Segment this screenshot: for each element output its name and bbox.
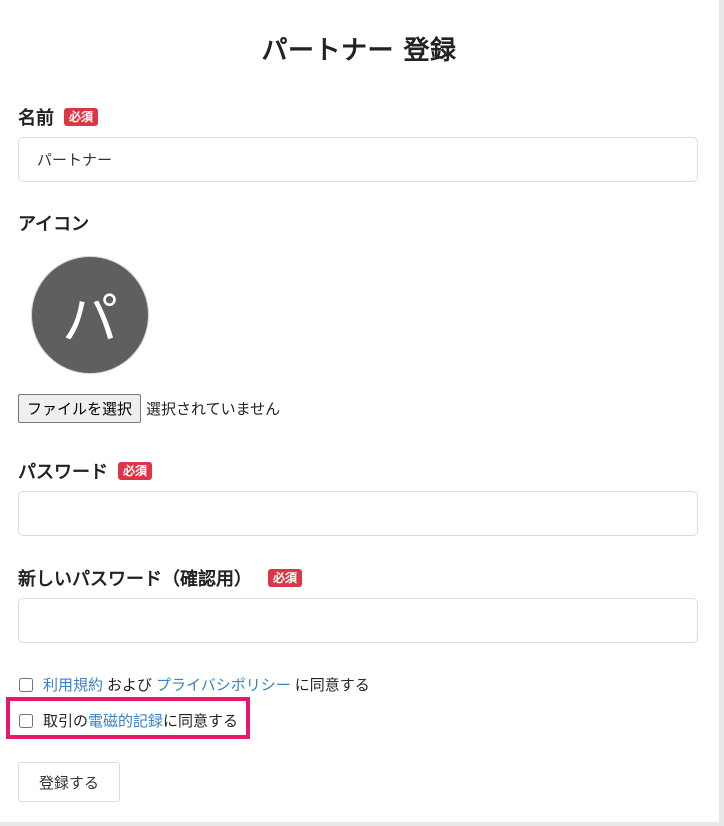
choose-file-button[interactable]: ファイルを選択 [18, 394, 142, 423]
file-upload: ファイルを選択 選択されていません [18, 394, 280, 423]
password-label-row: パスワード 必須 [18, 458, 153, 484]
terms-agree-text: に同意する [294, 676, 370, 694]
electronic-record-prefix: 取引の [43, 712, 89, 730]
required-badge: 必須 [118, 462, 153, 480]
terms-and-text: および [107, 676, 153, 694]
avatar: パ [32, 257, 148, 373]
icon-label-row: アイコン [18, 210, 89, 236]
password-confirm-label-row: 新しいパスワード（確認用） 必須 [18, 565, 303, 591]
electronic-record-row: 取引の 電磁的記録 に同意する [18, 710, 238, 731]
name-label: 名前 [18, 108, 54, 129]
window-edge-right [719, 0, 724, 826]
terms-agreement-row: 利用規約 および プライバシポリシー に同意する [18, 674, 374, 695]
name-label-row: 名前 必須 [18, 104, 99, 130]
password-confirm-label: 新しいパスワード（確認用） [18, 569, 252, 590]
icon-label: アイコン [18, 214, 90, 235]
terms-checkbox[interactable] [19, 677, 33, 692]
avatar-letter: パ [62, 287, 118, 353]
electronic-record-suffix: に同意する [163, 712, 239, 730]
required-badge: 必須 [64, 108, 99, 126]
register-button[interactable]: 登録する [18, 762, 120, 802]
password-input[interactable] [18, 491, 698, 536]
terms-link[interactable]: 利用規約 [43, 674, 103, 695]
page-title: パートナー 登録 [261, 36, 457, 66]
window-edge-bottom [0, 822, 724, 826]
privacy-policy-link[interactable]: プライバシポリシー [156, 674, 291, 695]
electronic-record-link[interactable]: 電磁的記録 [88, 710, 163, 731]
file-status: 選択されていません [146, 400, 281, 418]
password-label: パスワード [18, 462, 108, 483]
password-confirm-input[interactable] [18, 598, 698, 643]
required-badge: 必須 [268, 569, 303, 587]
electronic-record-checkbox[interactable] [19, 713, 33, 728]
name-input[interactable] [18, 137, 698, 182]
